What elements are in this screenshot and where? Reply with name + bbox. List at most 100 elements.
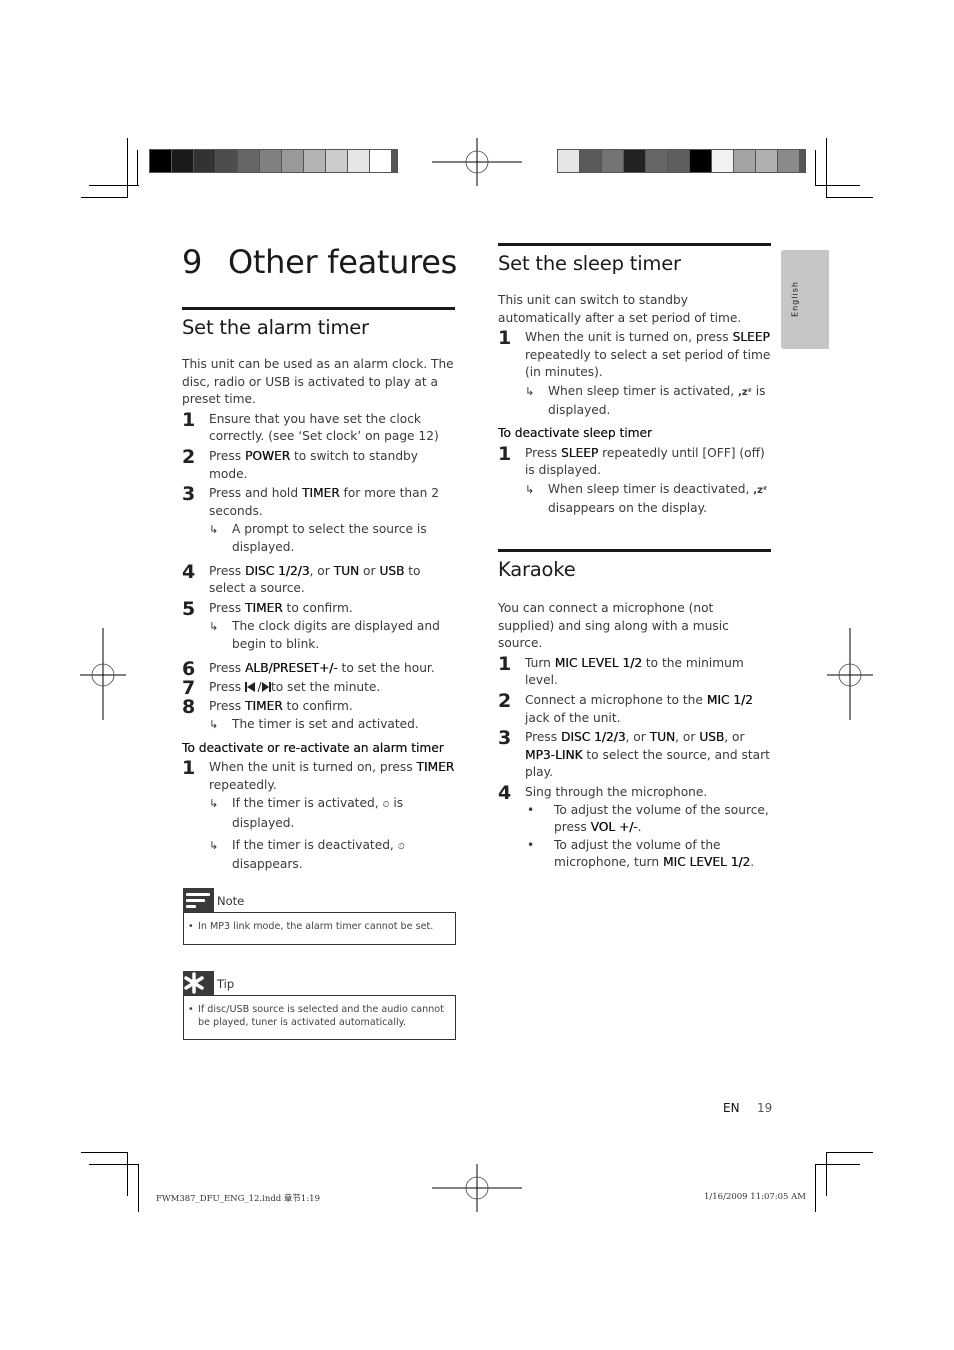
color-swatch — [734, 150, 755, 172]
step-result: ↳ The timer is set and activated. — [209, 716, 455, 734]
step-1: 1 Turn MIC LEVEL 1/2 to the minimum leve… — [498, 654, 771, 690]
deactivate-step-1: 1 Press SLEEP repeatedly until [OFF] (of… — [498, 444, 771, 521]
result-arrow-icon: ↳ — [209, 797, 219, 811]
color-bar-left — [149, 149, 398, 173]
step-1: 1 When the unit is turned on, press SLEE… — [498, 329, 771, 423]
registration-mark-top — [432, 138, 522, 186]
step-7: 7 Press to set the minute. — [182, 676, 455, 699]
footer-language: EN — [723, 1101, 740, 1115]
step-4: 4 Sing through the microphone. • To adjus… — [498, 781, 771, 872]
section-intro: This unit can switch to standby automati… — [498, 293, 742, 325]
step-3: 3 Press DISC 1/2/3, or TUN, or USB, or M… — [498, 729, 771, 782]
subsection-heading: To deactivate or re-activate an alarm ti… — [182, 740, 444, 755]
step-number: 8 — [182, 695, 196, 718]
step-text: Press DISC 1/2/3, or TUN or USB to selec… — [209, 563, 421, 596]
result-arrow-icon: ↳ — [209, 718, 219, 732]
step-number: 1 — [182, 757, 196, 780]
tip-text: If disc/USB source is selected and the a… — [198, 1004, 444, 1028]
bullet-item: • To adjust the volume of the source, pre… — [527, 802, 769, 835]
result-arrow-icon: ↳ — [209, 620, 219, 634]
language-tab — [781, 250, 829, 349]
step-text: Sing through the microphone. • To adjust … — [525, 784, 771, 872]
note-box: Note • In MP3 link mode, the alarm timer… — [183, 888, 456, 945]
color-swatch — [194, 150, 215, 172]
registration-mark-left — [80, 628, 126, 720]
step-number: 5 — [182, 597, 196, 620]
step-result: ↳ A prompt to select the source is displa… — [209, 521, 455, 556]
step-2: 2 Press POWER to switch to standby mode. — [182, 445, 455, 483]
note-body: • In MP3 link mode, the alarm timer cann… — [183, 912, 456, 945]
step-number: 3 — [498, 727, 512, 750]
step-3: 3 Press and hold TIMER for more than 2 s… — [182, 485, 455, 560]
color-swatch — [558, 150, 579, 172]
slug-filename: FWM387_DFU_ENG_12.indd 章节1:19 — [156, 1194, 321, 1204]
step-text: Press POWER to switch to standby mode. — [209, 448, 419, 481]
step-result: ↳ The clock digits are displayed and begi… — [209, 618, 455, 653]
step-number: 4 — [182, 560, 196, 583]
tip-asterisk-icon — [183, 971, 214, 995]
sleep-section: Set the sleep timer This unit can switch… — [498, 243, 771, 521]
step-text: Press to set the minute. — [209, 679, 455, 698]
color-swatch — [712, 150, 733, 172]
note-text: In MP3 link mode, the alarm timer cannot… — [198, 921, 434, 932]
color-swatch — [216, 150, 237, 172]
color-swatch — [778, 150, 799, 172]
alarm-section: Set the alarm timer This unit can be use… — [182, 307, 455, 878]
section-title: Set the sleep timer — [498, 252, 681, 275]
step-result: ↳ When sleep timer is deactivated, ,zᶻ di… — [525, 481, 771, 517]
color-swatch — [646, 150, 667, 172]
note-header: Note — [183, 888, 456, 912]
step-number: 7 — [182, 676, 196, 699]
tip-box: Tip • If disc/USB source is selected and… — [183, 971, 456, 1040]
color-swatch — [756, 150, 777, 172]
bullet: • — [188, 921, 194, 932]
step-result: ↳ When sleep timer is activated, ,zᶻ is d… — [525, 383, 771, 419]
page-number: 19 — [757, 1101, 773, 1115]
section-rule — [498, 549, 771, 552]
note-icon — [183, 888, 214, 912]
note-label: Note — [217, 894, 245, 908]
step-result: ↳ If the timer is deactivated, ⏲ disappea… — [209, 837, 455, 874]
step-8: 8 Press TIMER to confirm. ↳ The timer is … — [182, 695, 455, 738]
step-4: 4 Press DISC 1/2/3, or TUN or USB to sel… — [182, 560, 455, 598]
result-arrow-icon: ↳ — [525, 384, 535, 398]
step-number: 1 — [498, 327, 512, 350]
color-swatch — [668, 150, 689, 172]
alarm-clock-icon: ⏲ — [397, 841, 405, 852]
tip-header: Tip — [183, 971, 456, 995]
step-1: 1 Ensure that you have set the clock cor… — [182, 410, 455, 446]
step-text: Turn MIC LEVEL 1/2 to the minimum level. — [525, 655, 744, 688]
prev-next-icon — [244, 680, 271, 698]
color-swatch — [172, 150, 193, 172]
section-rule — [498, 243, 771, 246]
color-swatch — [282, 150, 303, 172]
step-text: Connect a microphone to the MIC 1/2 jack… — [525, 692, 753, 725]
step-result: ↳ If the timer is activated, ⏲ is display… — [209, 795, 455, 832]
color-swatch — [690, 150, 711, 172]
tip-body: • If disc/USB source is selected and the… — [183, 995, 456, 1040]
section-title: Karaoke — [498, 558, 576, 581]
registration-mark-right — [827, 628, 873, 720]
step-2: 2 Connect a microphone to the MIC 1/2 ja… — [498, 691, 771, 727]
result-arrow-icon: ↳ — [209, 523, 219, 537]
step-text: Press ALB/PRESET+/- to set the hour. — [209, 660, 435, 675]
slug-date: 1/16/2009 11:07:05 AM — [704, 1192, 807, 1202]
bullet-item: • To adjust the volume of the microphone,… — [527, 837, 755, 870]
step-number: 4 — [498, 781, 512, 804]
bullet: • — [188, 1004, 194, 1015]
step-number: 2 — [182, 445, 196, 468]
step-text: Ensure that you have set the clock corre… — [209, 411, 439, 444]
color-bar-right — [557, 149, 806, 173]
color-swatch — [150, 150, 171, 172]
step-text: Press TIMER to confirm. ↳ The timer is se… — [209, 698, 455, 738]
color-swatch — [348, 150, 369, 172]
registration-mark-bottom — [432, 1164, 522, 1212]
chapter-title: 9 Other features — [182, 240, 457, 284]
deactivate-step-1: 1 When the unit is turned on, press TIME… — [182, 759, 455, 878]
section-intro: This unit can be used as an alarm clock.… — [182, 357, 454, 407]
karaoke-section: Karaoke You can connect a microphone (no… — [498, 549, 771, 872]
color-swatch — [624, 150, 645, 172]
sleep-zz-icon: ,zᶻ — [753, 484, 768, 496]
section-intro: You can connect a microphone (not suppli… — [498, 601, 729, 651]
subsection-heading: To deactivate sleep timer — [498, 426, 652, 441]
